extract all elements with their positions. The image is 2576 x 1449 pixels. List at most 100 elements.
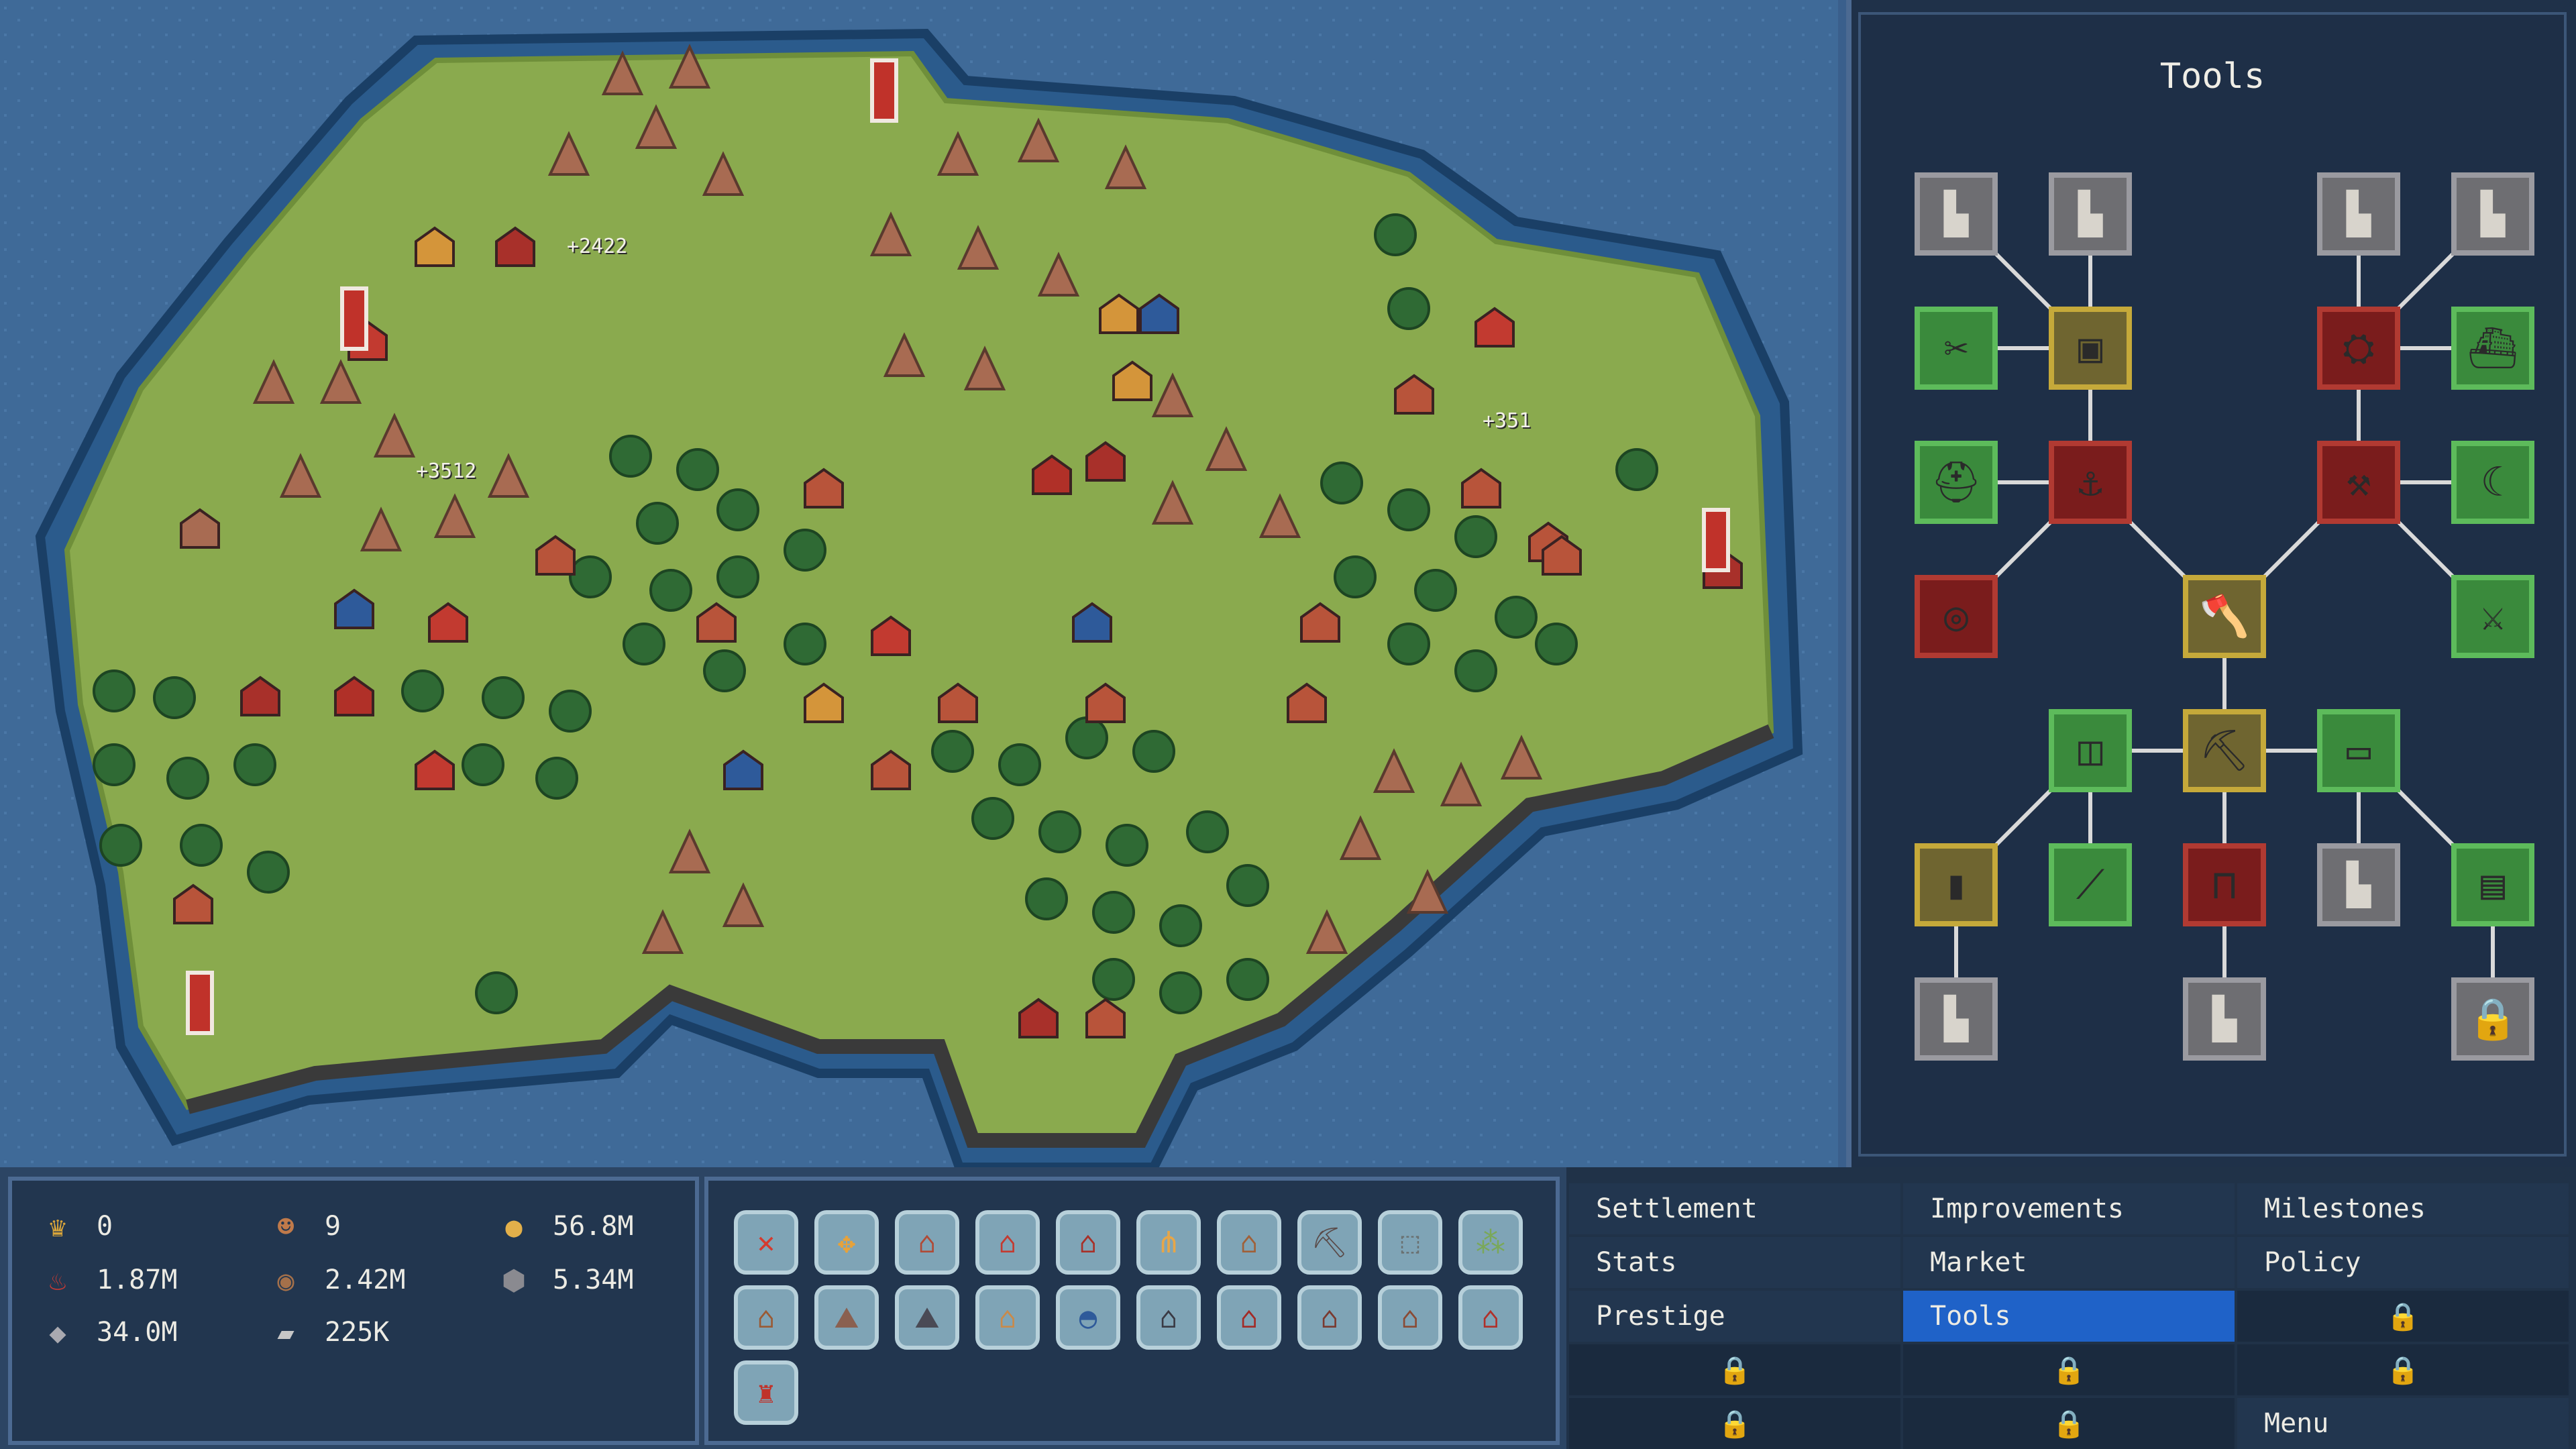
tool-node-log-disc[interactable]: ◎ xyxy=(1915,575,1998,658)
tree xyxy=(1495,596,1538,639)
tool-node-book[interactable]: ▮ xyxy=(1915,843,1998,926)
iron-mine-icon[interactable]: ⛰ xyxy=(895,1285,959,1350)
tab-prestige[interactable]: Prestige xyxy=(1569,1291,1900,1342)
tools-panel: Tools ▙ ▙ ▙ ▙ ✂ ▣ ⛭ ⛴ ⛑ ⚓ ⚒ ☾ ◎ 🪓 ⚔ ◫ ⛏ ▭ ▮ ⟋ ⊓ ▙ ▤ ▙ ▙ 🔒 xyxy=(1846,0,2576,1167)
tree xyxy=(1092,958,1135,1001)
resource-wood-log: ◉ 2.42M xyxy=(267,1261,405,1299)
tool-node-anvil-upgrade-3[interactable]: ▙ xyxy=(2317,172,2400,256)
workshop-icon[interactable]: ⌂ xyxy=(1217,1210,1281,1275)
locked-tab-lock-icon: 🔒 xyxy=(2237,1291,2569,1342)
tree xyxy=(1387,623,1430,665)
tool-node-scroll[interactable]: ▤ xyxy=(2451,843,2534,926)
tree xyxy=(1414,569,1457,612)
anvil-icon: ▙ xyxy=(2480,191,2506,237)
tool-node-hook[interactable]: ⚓ xyxy=(2049,441,2132,524)
tree xyxy=(1387,287,1430,330)
tree xyxy=(784,529,826,572)
wheat-field-icon[interactable]: ⋔ xyxy=(1136,1210,1201,1275)
scroll-icon: ▤ xyxy=(2480,861,2506,908)
tree xyxy=(716,488,759,531)
tool-node-minecart[interactable]: ▭ xyxy=(2317,709,2400,792)
tree xyxy=(1038,810,1081,853)
quarry-icon[interactable]: ⬚ xyxy=(1378,1210,1442,1275)
tree xyxy=(1535,623,1578,665)
tab-stats[interactable]: Stats xyxy=(1569,1237,1900,1288)
island-map[interactable]: +2422 +3512 +351 xyxy=(0,0,1838,1174)
worker-icon: ☻ xyxy=(277,1210,294,1243)
tool-node-sickle[interactable]: ☾ xyxy=(2451,441,2534,524)
tool-node-axe[interactable]: 🪓 xyxy=(2183,575,2266,658)
locked-tab-lock-icon: 🔒 xyxy=(1569,1344,1900,1395)
tree xyxy=(1320,462,1363,504)
tree xyxy=(462,743,504,786)
tree xyxy=(1226,958,1269,1001)
tool-node-anvil-upgrade-7[interactable]: ▙ xyxy=(2183,977,2266,1061)
tree xyxy=(1159,971,1202,1014)
locked-tab-lock-icon: 🔒 xyxy=(1903,1398,2235,1449)
lighthouse xyxy=(870,58,898,123)
tool-node-scythe[interactable]: ⚒ xyxy=(2317,441,2400,524)
anvil-icon: ▙ xyxy=(2346,191,2371,237)
stone-mine-icon[interactable]: ⛰ xyxy=(814,1285,879,1350)
tree xyxy=(1454,515,1497,558)
blue-dome-icon[interactable]: ◓ xyxy=(1056,1285,1120,1350)
tree xyxy=(93,669,136,712)
tab-settlement[interactable]: Settlement xyxy=(1569,1183,1900,1234)
tool-node-battle-axe[interactable]: ⚔ xyxy=(2451,575,2534,658)
tool-node-knife[interactable]: ⟋ xyxy=(2049,843,2132,926)
book-icon: ▮ xyxy=(1943,861,1969,908)
manor-icon[interactable]: ⌂ xyxy=(1056,1210,1120,1275)
tool-node-pliers[interactable]: ✂ xyxy=(1915,307,1998,390)
house-icon[interactable]: ⌂ xyxy=(975,1210,1040,1275)
farm-plot-icon[interactable]: ⁂ xyxy=(1458,1210,1523,1275)
helmet-icon: ⛑ xyxy=(1930,459,1982,506)
mill-icon: ⛭ xyxy=(2343,325,2375,372)
tab-improvements[interactable]: Improvements xyxy=(1903,1183,2235,1234)
demolish-x-icon[interactable]: ✕ xyxy=(734,1210,798,1275)
smelter-icon[interactable]: ⌂ xyxy=(1136,1285,1201,1350)
bakery-icon[interactable]: ⌂ xyxy=(975,1285,1040,1350)
tool-node-mill[interactable]: ⛭ xyxy=(2317,307,2400,390)
tool-node-anvil-upgrade-6[interactable]: ▙ xyxy=(1915,977,1998,1061)
market-icon[interactable]: ⌂ xyxy=(1458,1285,1523,1350)
resource-value: 2.42M xyxy=(325,1265,406,1295)
tab-policy[interactable]: Policy xyxy=(2237,1237,2569,1288)
tool-node-anvil-upgrade-1[interactable]: ▙ xyxy=(1915,172,1998,256)
tool-node-furnace[interactable]: ▣ xyxy=(2049,307,2132,390)
tool-node-locked-tool[interactable]: 🔒 xyxy=(2451,977,2534,1061)
tab-milestones[interactable]: Milestones xyxy=(2237,1183,2569,1234)
tool-node-anvil-upgrade-4[interactable]: ▙ xyxy=(2451,172,2534,256)
tree xyxy=(998,743,1041,786)
anvil-icon: ▙ xyxy=(1943,996,1969,1042)
tree xyxy=(247,851,290,894)
tree xyxy=(971,797,1014,840)
anvil-icon: ▙ xyxy=(2346,861,2371,908)
storehouse-icon[interactable]: ⌂ xyxy=(1378,1285,1442,1350)
tree xyxy=(1454,649,1497,692)
tree xyxy=(1132,730,1175,773)
barn-icon[interactable]: ⌂ xyxy=(1217,1285,1281,1350)
lumber-hut-icon[interactable]: ⌂ xyxy=(734,1285,798,1350)
tool-node-pickaxe[interactable]: ⛏ xyxy=(2183,709,2266,792)
mine-icon[interactable]: ⛏ xyxy=(1297,1210,1362,1275)
tool-node-boat[interactable]: ⛴ xyxy=(2451,307,2534,390)
tree xyxy=(931,730,974,773)
axe-icon: 🪓 xyxy=(2199,593,2250,640)
map-floater: +2422 xyxy=(567,235,628,258)
forge-icon[interactable]: ⌂ xyxy=(1297,1285,1362,1350)
tab-tools[interactable]: Tools xyxy=(1903,1291,2235,1342)
tool-node-bucket[interactable]: ◫ xyxy=(2049,709,2132,792)
tree xyxy=(716,555,759,598)
tool-node-anvil-upgrade-5[interactable]: ▙ xyxy=(2317,843,2400,926)
move-arrows-icon[interactable]: ✥ xyxy=(814,1210,879,1275)
tree xyxy=(475,971,518,1014)
tool-node-helmet[interactable]: ⛑ xyxy=(1915,441,1998,524)
scythe-icon: ⚒ xyxy=(2346,459,2371,506)
resource-worker: ☻ 9 xyxy=(267,1208,341,1245)
tool-node-rake[interactable]: ⊓ xyxy=(2183,843,2266,926)
tool-node-anvil-upgrade-2[interactable]: ▙ xyxy=(2049,172,2132,256)
tab-market[interactable]: Market xyxy=(1903,1237,2235,1288)
lighthouse-icon[interactable]: ♜ xyxy=(734,1360,798,1425)
menu-button[interactable]: Menu xyxy=(2237,1398,2569,1449)
hut-icon[interactable]: ⌂ xyxy=(895,1210,959,1275)
